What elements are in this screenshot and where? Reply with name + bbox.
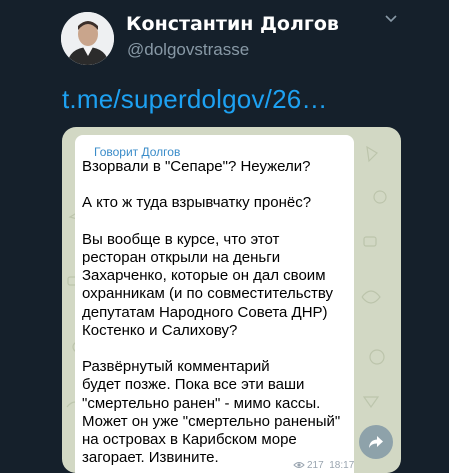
chevron-down-icon[interactable] bbox=[384, 14, 398, 24]
share-arrow-icon bbox=[369, 436, 383, 448]
message-text: Взорвали в "Сепаре"? Неужели? А кто ж ту… bbox=[82, 158, 341, 467]
message-meta: 217 18:17 bbox=[293, 460, 354, 471]
author-name[interactable]: Константин Долгов bbox=[126, 13, 339, 35]
view-count: 217 bbox=[307, 460, 324, 471]
eye-icon bbox=[293, 462, 305, 469]
forwarded-from[interactable]: Говорит Долгов bbox=[94, 145, 180, 159]
link-preview-card[interactable]: Говорит Долгов Взорвали в "Сепаре"? Неуж… bbox=[62, 127, 401, 473]
avatar[interactable] bbox=[61, 12, 114, 65]
share-button[interactable] bbox=[359, 425, 393, 459]
message-bubble: Говорит Долгов Взорвали в "Сепаре"? Неуж… bbox=[75, 135, 354, 473]
tweet-link[interactable]: t.me/superdolgov/26… bbox=[62, 84, 328, 115]
tweet-header: Константин Долгов @dolgovstrasse bbox=[0, 0, 449, 80]
message-time: 18:17 bbox=[329, 460, 355, 471]
author-handle[interactable]: @dolgovstrasse bbox=[127, 40, 249, 60]
